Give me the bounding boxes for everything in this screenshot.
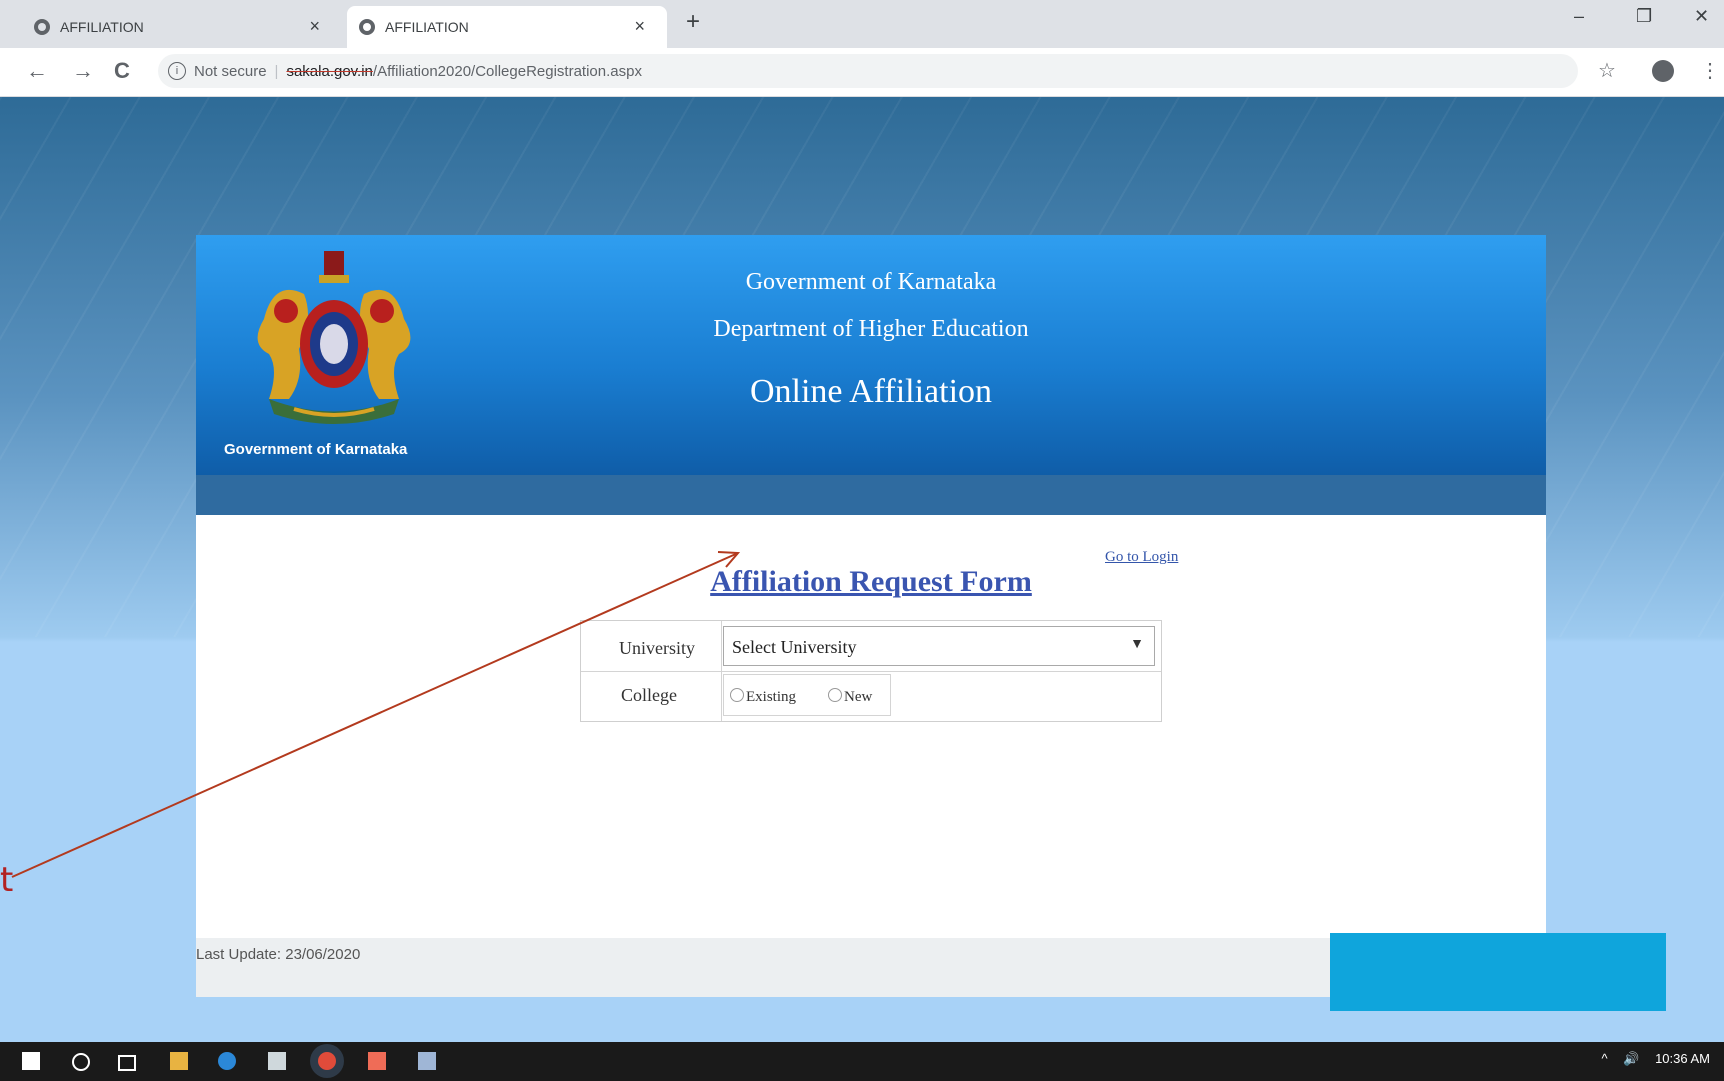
go-to-login-link[interactable]: Go to Login: [1105, 549, 1178, 566]
header-department: Department of Higher Education: [713, 316, 1029, 342]
system-tray: ^ 🔊 10:36 AM: [1590, 1051, 1710, 1067]
tab-bar: AFFILIATION × AFFILIATION × + – ❐ ✕: [0, 0, 1724, 48]
emblem-caption: Government of Karnataka: [224, 441, 408, 458]
university-selected-value: Select University: [732, 637, 857, 657]
close-window-button[interactable]: ✕: [1694, 6, 1709, 27]
existing-radio-label[interactable]: Existing: [746, 689, 796, 706]
existing-radio[interactable]: [730, 688, 744, 702]
menu-icon[interactable]: ⋮: [1700, 58, 1720, 83]
overlay-blue-box: [1330, 933, 1666, 1011]
tray-chevron-icon[interactable]: ^: [1602, 1051, 1608, 1066]
college-type-group: Existing New: [723, 674, 891, 716]
tab-title: AFFILIATION: [385, 19, 469, 35]
app-icon[interactable]: [418, 1052, 436, 1070]
annotation-partial-text: t: [0, 860, 14, 900]
header-government: Government of Karnataka: [745, 269, 997, 295]
volume-icon[interactable]: 🔊: [1623, 1051, 1639, 1066]
last-update-text: Last Update: 23/06/2020: [196, 946, 361, 963]
security-status: Not secure: [194, 62, 267, 80]
edge-icon[interactable]: [218, 1052, 236, 1070]
form-title: Affiliation Request Form: [710, 565, 1032, 598]
screen: AFFILIATION × AFFILIATION × + – ❐ ✕ ← → …: [0, 0, 1724, 1081]
close-tab-icon[interactable]: ×: [634, 16, 645, 37]
university-select[interactable]: Select University ▼: [723, 626, 1155, 666]
university-label: University: [619, 638, 695, 658]
account-icon[interactable]: [1652, 60, 1674, 82]
header-strip: [196, 475, 1546, 515]
search-icon[interactable]: [72, 1053, 90, 1071]
file-explorer-icon[interactable]: [170, 1052, 188, 1070]
header-banner: Government of Karnataka Government of Ka…: [196, 235, 1546, 475]
new-radio[interactable]: [828, 688, 842, 702]
affiliation-form: University Select University ▼ College E…: [580, 620, 1162, 722]
url-separator: |: [274, 62, 279, 80]
new-tab-button[interactable]: +: [686, 8, 700, 36]
back-button[interactable]: ←: [26, 58, 48, 84]
url-path: /Affiliation2020/CollegeRegistration.asp…: [372, 62, 642, 80]
close-tab-icon[interactable]: ×: [309, 16, 320, 37]
bookmark-star-icon[interactable]: ☆: [1598, 58, 1616, 83]
globe-icon: [34, 19, 50, 35]
chrome-icon[interactable]: [318, 1052, 336, 1070]
minimize-button[interactable]: –: [1574, 6, 1584, 27]
globe-icon: [359, 19, 375, 35]
tab-affiliation-2[interactable]: AFFILIATION ×: [347, 6, 667, 48]
info-icon[interactable]: i: [168, 62, 186, 80]
clock[interactable]: 10:36 AM: [1655, 1051, 1710, 1066]
windows-taskbar: ^ 🔊 10:36 AM: [0, 1042, 1724, 1081]
page-background: Government of Karnataka Government of Ka…: [0, 97, 1724, 1042]
store-icon[interactable]: [268, 1052, 286, 1070]
url-field[interactable]: i Not secure | sakala.gov.in /Affiliatio…: [158, 54, 1578, 88]
forward-button[interactable]: →: [72, 58, 94, 84]
reload-button[interactable]: C: [114, 58, 130, 84]
new-radio-label[interactable]: New: [844, 689, 872, 706]
restore-button[interactable]: ❐: [1636, 6, 1652, 27]
tab-title: AFFILIATION: [60, 19, 144, 35]
address-bar: ← → C i Not secure | sakala.gov.in /Affi…: [0, 48, 1724, 97]
task-view-icon[interactable]: [118, 1055, 136, 1071]
row-divider: [581, 671, 1161, 672]
tab-affiliation-1[interactable]: AFFILIATION ×: [22, 6, 342, 48]
url-host: sakala.gov.in: [286, 62, 373, 80]
chevron-down-icon: ▼: [1130, 637, 1144, 652]
page-container: Government of Karnataka Government of Ka…: [196, 235, 1546, 997]
start-icon[interactable]: [22, 1052, 40, 1070]
college-label: College: [621, 685, 677, 705]
header-title: Online Affiliation: [749, 373, 993, 410]
app-icon[interactable]: [368, 1052, 386, 1070]
